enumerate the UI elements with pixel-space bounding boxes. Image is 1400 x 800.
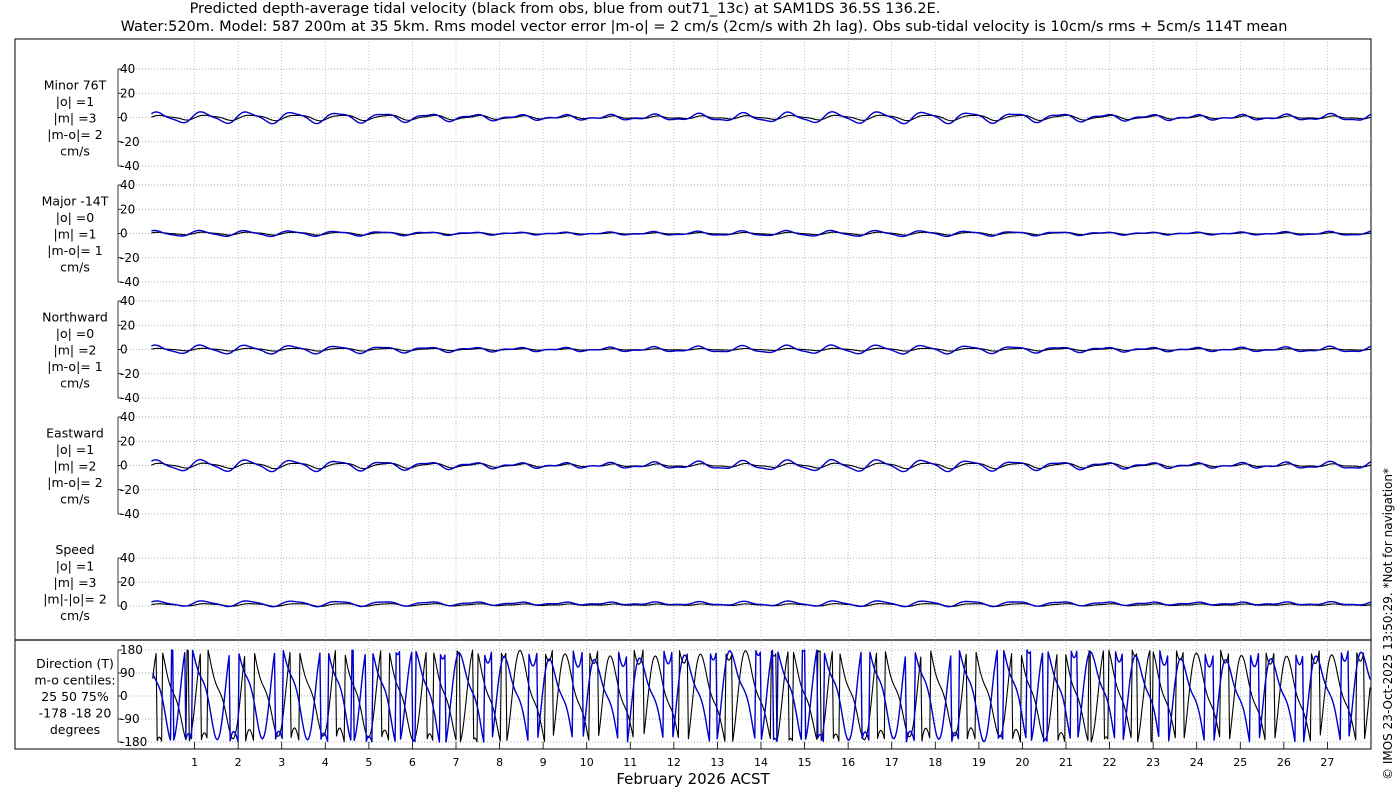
panel-label: Minor 76T	[44, 78, 107, 93]
panel-label: Direction (T)	[36, 656, 114, 671]
y-tick-label: 0	[120, 459, 128, 473]
y-tick-label: -20	[120, 135, 140, 149]
x-tick-label: 3	[278, 756, 285, 769]
y-tick-label: -40	[120, 159, 140, 173]
y-tick-label: -20	[120, 483, 140, 497]
panel-label: cm/s	[60, 608, 90, 623]
x-tick-label: 12	[667, 756, 681, 769]
panel-label: |m-o|= 2	[47, 475, 102, 490]
y-tick-label: -20	[120, 367, 140, 381]
y-tick-label: 40	[120, 551, 135, 565]
panel-label: |o| =1	[56, 442, 94, 457]
y-tick-label: 20	[120, 318, 135, 332]
panel-label: |m| =3	[54, 111, 97, 126]
panel-label: |o| =0	[56, 210, 95, 225]
x-tick-label: 21	[1059, 756, 1073, 769]
panel-label: |m| =2	[54, 343, 97, 358]
x-tick-label: 23	[1146, 756, 1160, 769]
panel-label: Major -14T	[42, 194, 109, 209]
copyright-notice: © IMOS 23-Oct-2025 13:50:29. *Not for na…	[1381, 468, 1395, 780]
y-tick-label: 20	[120, 202, 135, 216]
panel-label: |m-o|= 2	[47, 127, 102, 142]
x-tick-label: 25	[1233, 756, 1247, 769]
tidal-velocity-chart: 40200-20-40Minor 76T|o| =1|m| =3|m-o|= 2…	[14, 38, 1372, 788]
x-tick-label: 7	[453, 756, 460, 769]
x-tick-label: 9	[540, 756, 547, 769]
x-tick-label: 8	[496, 756, 503, 769]
panel-label: Speed	[55, 542, 94, 557]
y-tick-label: -40	[120, 507, 140, 521]
y-tick-label: 20	[120, 434, 135, 448]
x-tick-label: 4	[322, 756, 329, 769]
panel-direction: 180 90 0 -90 -180 Direction (T) m-o centiles:2…	[34, 643, 1371, 749]
x-axis-label: February 2026 ACST	[616, 770, 770, 788]
x-tick-label: 20	[1015, 756, 1029, 769]
x-tick-label: 1	[191, 756, 198, 769]
x-tick-label: 18	[928, 756, 942, 769]
panel-label: |o| =0	[56, 326, 95, 341]
y-tick-label: 40	[120, 178, 135, 192]
panel-label: |m| =2	[54, 459, 97, 474]
panel-label: |m-o|= 1	[47, 243, 102, 258]
panel-major: 40 20 0 -20 -40 Major -14T|o| =0 |m| =1|m-o|= …	[42, 178, 1371, 289]
y-tick-label: -40	[120, 391, 140, 405]
y-tick-label: 0	[120, 689, 128, 703]
panel-eastward: 40 20 0 -20 -40 Eastward|o| =1 |m| =2|m-o|= 2 c…	[46, 410, 1371, 521]
panel-label: cm/s	[60, 376, 90, 391]
panel-label: |m| =3	[54, 575, 97, 590]
panel-label: |o| =1	[56, 559, 94, 574]
x-tick-label: 5	[365, 756, 372, 769]
panel-label: -178 -18 20	[39, 706, 112, 721]
panel-label: cm/s	[60, 492, 90, 507]
panel-label: |o| =1	[56, 94, 94, 109]
panel-label: m-o centiles:	[34, 673, 115, 688]
y-tick-label: 0	[120, 599, 128, 613]
panel-label: degrees	[50, 722, 100, 737]
x-tick-label: 10	[580, 756, 594, 769]
panel-minor: 40 20 0 -20 -40 Minor 76T|o| =1 |m| =3|m-o|= 2…	[44, 62, 1371, 173]
panel-speed: 40 20 0 Speed |o| =1|m| =3 |m|-|o|= 2cm/s	[43, 542, 1371, 623]
panel-northward: 40 20 0 -20 -40 Northward|o| =0 |m| =2|m-o|= 1…	[42, 294, 1371, 405]
panel-label: cm/s	[60, 144, 90, 159]
x-tick-label: 16	[841, 756, 855, 769]
grid-layer	[194, 39, 1328, 749]
panel-label: 25 50 75%	[41, 689, 109, 704]
x-axis: 1 2 3 4 5 6 7 8 9 10 11 12 13 14 15 16 17 18 19 20 21 22 23 24 2…	[191, 742, 1334, 769]
x-tick-label: 27	[1320, 756, 1334, 769]
panels-layer: 40200-20-40Minor 76T|o| =1|m| =3|m-o|= 2…	[34, 62, 1371, 749]
x-tick-label: 19	[972, 756, 986, 769]
panel-label: |m| =1	[54, 227, 97, 242]
panel-label: |m|-|o|= 2	[43, 592, 107, 607]
x-tick-label: 13	[710, 756, 724, 769]
panel-label: cm/s	[60, 260, 90, 275]
y-tick-label: 40	[120, 410, 135, 424]
y-tick-label: 0	[120, 111, 128, 125]
x-tick-label: 6	[409, 756, 416, 769]
panel-label: Northward	[42, 310, 108, 325]
y-tick-label: 40	[120, 294, 135, 308]
x-tick-label: 14	[754, 756, 768, 769]
x-tick-label: 22	[1103, 756, 1117, 769]
x-tick-label: 11	[623, 756, 637, 769]
y-tick-label: 90	[120, 666, 135, 680]
plot-frame	[14, 38, 1372, 750]
x-tick-label: 17	[885, 756, 899, 769]
panel-label: |m-o|= 1	[47, 359, 102, 374]
y-tick-label: 20	[120, 86, 135, 100]
y-tick-label: -20	[120, 251, 140, 265]
y-tick-label: 0	[120, 227, 128, 241]
y-tick-label: 180	[120, 643, 143, 657]
y-tick-label: -180	[120, 735, 147, 749]
x-tick-label: 24	[1190, 756, 1204, 769]
y-tick-label: 40	[120, 62, 135, 76]
y-tick-label: -40	[120, 275, 140, 289]
x-tick-label: 26	[1277, 756, 1291, 769]
y-tick-label: -90	[120, 712, 140, 726]
x-tick-label: 2	[235, 756, 242, 769]
y-tick-label: 20	[120, 575, 135, 589]
x-tick-label: 15	[798, 756, 812, 769]
panel-label: Eastward	[46, 426, 104, 441]
y-tick-label: 0	[120, 343, 128, 357]
